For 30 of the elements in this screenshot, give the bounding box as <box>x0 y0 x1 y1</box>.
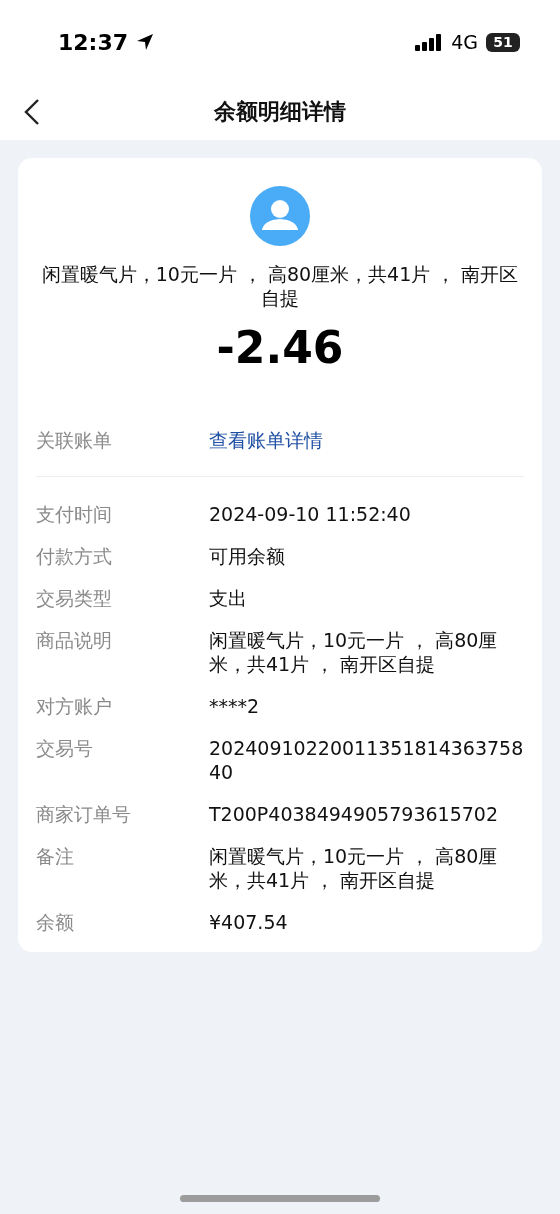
detail-value: 2024091022001135181436375840 <box>209 736 524 784</box>
signal-icon <box>415 33 444 51</box>
transaction-amount: -2.46 <box>216 322 344 374</box>
detail-value: 支出 <box>209 586 248 610</box>
detail-label: 交易类型 <box>36 586 113 610</box>
detail-label: 付款方式 <box>36 544 113 568</box>
detail-value: ****2 <box>209 694 261 718</box>
detail-label: 对方账户 <box>36 694 113 718</box>
bill-detail-link[interactable]: 查看账单详情 <box>209 428 323 452</box>
detail-value: 闲置暖气片，10元一片 ， 高80厘米，共41片 ， 南开区自提 <box>209 844 499 892</box>
location-arrow-icon <box>136 33 155 51</box>
avatar-icon <box>250 186 310 246</box>
transaction-description: 闲置暖气片，10元一片 ， 高80厘米，共41片 ， 南开区自提 <box>40 262 520 310</box>
detail-label: 商品说明 <box>36 628 113 653</box>
detail-value: 闲置暖气片，10元一片 ， 高80厘米，共41片 ， 南开区自提 <box>209 628 499 676</box>
detail-label: 备注 <box>36 844 75 869</box>
detail-value: T200P4038494905793615702 <box>209 802 499 826</box>
detail-value: ¥407.54 <box>209 910 289 934</box>
detail-label: 支付时间 <box>36 502 113 526</box>
detail-value: 2024-09-10 11:52:40 <box>209 502 412 526</box>
detail-value: 可用余额 <box>209 544 286 568</box>
back-icon[interactable] <box>22 98 42 126</box>
detail-label: 交易号 <box>36 736 94 761</box>
status-time: 12:37 <box>58 29 129 55</box>
detail-label: 关联账单 <box>36 428 113 452</box>
network-label: 4G <box>451 31 478 53</box>
battery-icon: 51 <box>486 32 520 52</box>
detail-label: 余额 <box>36 910 75 934</box>
detail-label: 商家订单号 <box>36 802 132 826</box>
page-title: 余额明细详情 <box>214 98 346 126</box>
